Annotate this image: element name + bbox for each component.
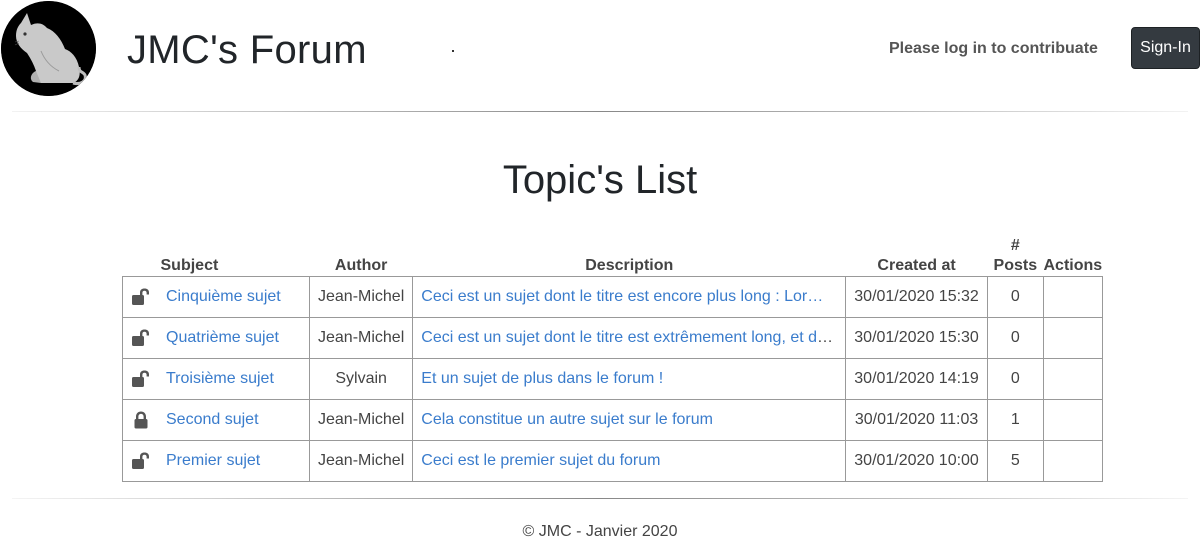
topic-description-link[interactable]: Et un sujet de plus dans le forum !: [421, 370, 663, 387]
topic-description-link[interactable]: Ceci est un sujet dont le titre est extr…: [421, 329, 842, 346]
author-cell: Sylvain: [308, 358, 414, 400]
lock-open-icon: [131, 288, 151, 306]
description-cell: Ceci est un sujet dont le titre est extr…: [412, 317, 847, 359]
table-row: Cinquième sujet Jean-Michel Ceci est un su…: [122, 276, 1103, 318]
created-at-cell: 30/01/2020 14:19: [845, 358, 988, 400]
posts-count-cell: 5: [986, 440, 1044, 482]
topic-subject-link[interactable]: Cinquième sujet: [166, 288, 281, 306]
column-header-created-at: Created at: [877, 257, 956, 274]
decorative-dot: [452, 50, 454, 52]
lock-closed-icon: [131, 411, 151, 429]
header-divider: [12, 111, 1188, 112]
created-at-cell: 30/01/2020 15:32: [845, 276, 988, 318]
created-at-cell: 30/01/2020 15:30: [845, 317, 988, 359]
subject-cell: Quatrième sujet: [122, 317, 310, 359]
table-row: Quatrième sujet Jean-Michel Ceci est un su…: [122, 317, 1103, 359]
login-prompt: Please log in to contribuate: [889, 40, 1098, 57]
subject-cell: Second sujet: [122, 399, 310, 441]
column-header-actions: Actions: [1043, 257, 1103, 274]
posts-count-cell: 0: [986, 358, 1044, 400]
posts-count-cell: 0: [986, 317, 1044, 359]
created-at-cell: 30/01/2020 10:00: [845, 440, 988, 482]
description-cell: Et un sujet de plus dans le forum !: [412, 358, 847, 400]
topic-description-link[interactable]: Cela constitue un autre sujet sur le for…: [421, 411, 713, 428]
topic-subject-link[interactable]: Quatrième sujet: [166, 329, 279, 347]
column-header-author: Author: [334, 257, 388, 274]
column-header-description: Description: [585, 257, 674, 274]
topic-subject-link[interactable]: Second sujet: [166, 411, 259, 429]
column-header-posts: # Posts: [993, 237, 1038, 274]
site-title: JMC's Forum: [127, 28, 367, 72]
author-cell: Jean-Michel: [308, 276, 414, 318]
author-cell: Jean-Michel: [308, 399, 414, 441]
sign-in-button[interactable]: Sign-In: [1131, 27, 1200, 69]
subject-cell: Premier sujet: [122, 440, 310, 482]
actions-cell: [1042, 399, 1103, 441]
actions-cell: [1042, 317, 1103, 359]
description-cell: Cela constitue un autre sujet sur le for…: [412, 399, 847, 441]
lock-open-icon: [131, 452, 151, 470]
posts-count-cell: 1: [986, 399, 1044, 441]
author-cell: Jean-Michel: [308, 440, 414, 482]
site-header: JMC's Forum Please log in to contribuate…: [0, 0, 1200, 112]
actions-cell: [1042, 358, 1103, 400]
lock-open-icon: [131, 370, 151, 388]
topic-description-link[interactable]: Ceci est un sujet dont le titre est enco…: [421, 288, 823, 305]
actions-cell: [1042, 440, 1103, 482]
posts-count-cell: 0: [986, 276, 1044, 318]
lock-open-icon: [131, 329, 151, 347]
footer-divider: [12, 498, 1188, 499]
page-title: Topic's List: [502, 158, 698, 202]
description-cell: Ceci est un sujet dont le titre est enco…: [412, 276, 847, 318]
description-cell: Ceci est le premier sujet du forum: [412, 440, 847, 482]
topic-description-link[interactable]: Ceci est le premier sujet du forum: [421, 452, 660, 469]
table-header-row: Subject Author Description Created at # …: [123, 236, 1103, 277]
table-row: Second sujet Jean-Michel Cela constitue un…: [122, 399, 1103, 441]
topic-subject-link[interactable]: Premier sujet: [166, 452, 260, 470]
topic-subject-link[interactable]: Troisième sujet: [166, 370, 274, 388]
cat-logo[interactable]: [1, 1, 96, 96]
footer-copyright: © JMC - Janvier 2020: [522, 523, 678, 540]
subject-cell: Cinquième sujet: [122, 276, 310, 318]
actions-cell: [1042, 276, 1103, 318]
column-header-subject: Subject: [160, 257, 219, 274]
table-row: Troisième sujet Sylvain Et un sujet de plu…: [122, 358, 1103, 400]
created-at-cell: 30/01/2020 11:03: [845, 399, 988, 441]
author-cell: Jean-Michel: [308, 317, 414, 359]
topics-table: Subject Author Description Created at # …: [122, 236, 1103, 482]
subject-cell: Troisième sujet: [122, 358, 310, 400]
table-row: Premier sujet Jean-Michel Ceci est le prem…: [122, 440, 1103, 482]
cat-logo-icon: [1, 1, 96, 96]
